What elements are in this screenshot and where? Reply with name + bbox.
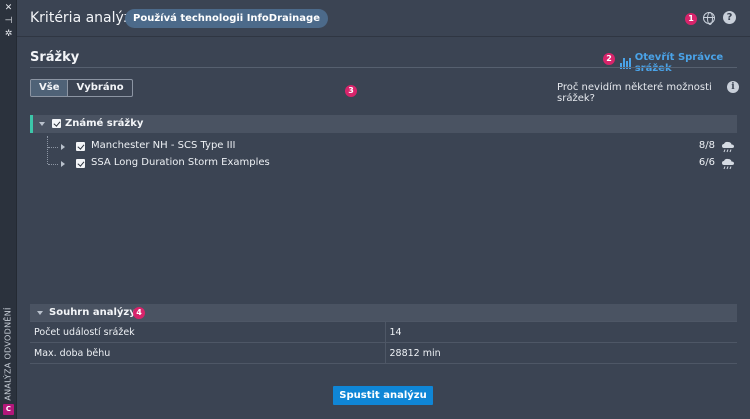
globe-icon[interactable] (703, 12, 715, 25)
known-rainfall-label: Známé srážky (65, 118, 144, 129)
storm-name: Manchester NH - SCS Type III (91, 140, 236, 151)
rainfall-section-title: Srážky (30, 50, 80, 65)
run-analysis-button[interactable]: Spustit analýzu (333, 386, 433, 405)
analysis-summary-table: Počet událostí srážek 14 Max. doba běhu … (30, 321, 737, 364)
page-title: Kritéria analýzy (30, 10, 140, 26)
settings-icon[interactable]: ✲ (0, 28, 17, 40)
callout-marker-2: 2 (603, 53, 615, 65)
filter-all-button[interactable]: Vše (31, 80, 69, 96)
rainfall-filter-toggle: Vše Vybráno (30, 79, 133, 97)
app-logo: C (3, 404, 14, 415)
open-rainfall-manager-link[interactable]: Otevřít Správce srážek (620, 52, 750, 74)
palette-strip: ✕ ⊣ ✲ ANALÝZA ODVODNĚNÍ C (0, 0, 17, 419)
known-rainfall-group[interactable]: Známé srážky (30, 115, 737, 133)
analysis-summary-title: Souhrn analýzy (49, 307, 136, 318)
storm-checkbox[interactable] (76, 159, 85, 168)
storm-event-count: 8/8 (698, 140, 715, 151)
callout-marker-3: 3 (345, 85, 357, 97)
summary-key: Max. doba běhu (30, 342, 386, 364)
chevron-down-icon[interactable] (37, 311, 43, 315)
filter-selected-button[interactable]: Vybráno (68, 80, 131, 96)
storm-checkbox[interactable] (76, 142, 85, 151)
chevron-right-icon[interactable] (61, 144, 65, 150)
panel-header: Kritéria analýzy Používá technologii Inf… (17, 0, 750, 37)
section-divider (30, 67, 737, 68)
rain-cloud-icon (722, 158, 734, 170)
summary-value: 28812 min (385, 342, 737, 364)
open-rainfall-manager-label: Otevřít Správce srážek (634, 52, 724, 74)
chevron-right-icon[interactable] (61, 161, 65, 167)
callout-marker-1: 1 (685, 13, 697, 25)
palette-title: ANALÝZA ODVODNĚNÍ (3, 307, 13, 401)
why-missing-rainfall-link[interactable]: Proč nevidím některé možnosti srážek? (557, 82, 750, 104)
close-icon[interactable]: ✕ (0, 2, 17, 14)
known-rainfall-checkbox[interactable] (52, 119, 61, 128)
help-icon[interactable]: ? (723, 11, 736, 24)
storm-event-count: 6/6 (698, 157, 715, 168)
summary-value: 14 (385, 321, 737, 343)
pin-icon[interactable]: ⊣ (0, 15, 17, 27)
table-row: Max. doba běhu 28812 min (30, 342, 737, 364)
analysis-summary-header[interactable]: Souhrn analýzy 4 (30, 304, 737, 321)
storm-row[interactable]: Manchester NH - SCS Type III 8/8 (30, 139, 737, 155)
table-row: Počet událostí srážek 14 (30, 321, 737, 343)
rain-cloud-icon (722, 141, 734, 153)
summary-key: Počet událostí srážek (30, 321, 386, 343)
chevron-down-icon[interactable] (39, 122, 45, 126)
callout-marker-4: 4 (133, 307, 145, 319)
info-icon[interactable]: i (727, 81, 739, 93)
technology-badge: Používá technologii InfoDrainage (125, 9, 328, 28)
analysis-criteria-panel: Kritéria analýzy Používá technologii Inf… (17, 0, 750, 419)
storm-name: SSA Long Duration Storm Examples (91, 157, 270, 168)
storm-row[interactable]: SSA Long Duration Storm Examples 6/6 (30, 156, 737, 172)
